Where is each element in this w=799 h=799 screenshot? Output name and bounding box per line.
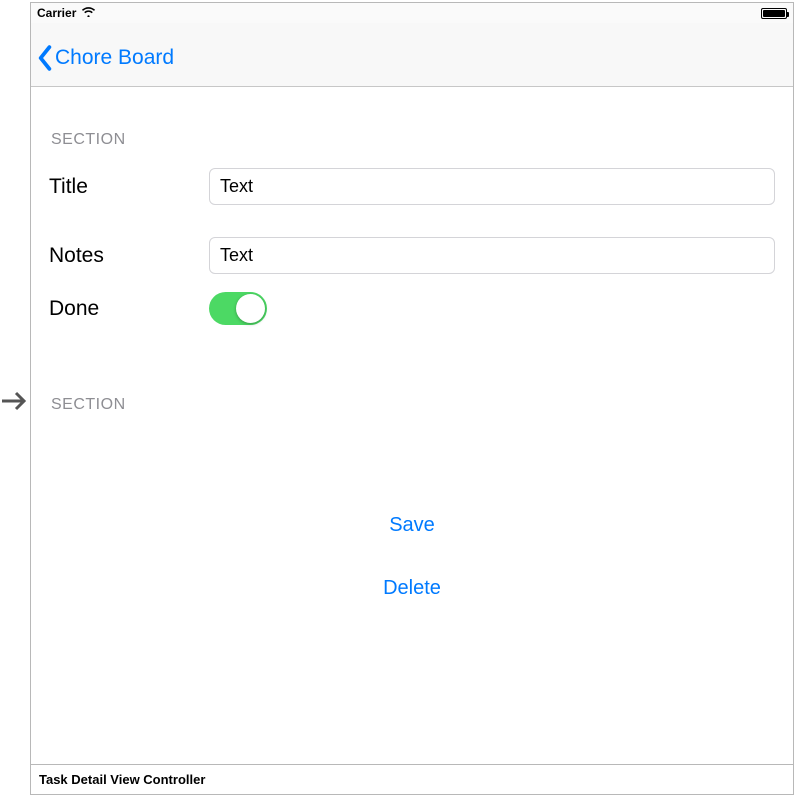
title-label: Title bbox=[49, 175, 209, 199]
scene-title-bar: Task Detail View Controller bbox=[31, 764, 793, 794]
device-frame: Carrier Chore Board SECTION Title bbox=[30, 2, 794, 795]
section-header-1: SECTION bbox=[45, 87, 779, 163]
navigation-bar: Chore Board bbox=[31, 23, 793, 87]
title-input[interactable] bbox=[209, 168, 775, 205]
notes-label: Notes bbox=[49, 244, 209, 268]
carrier-label: Carrier bbox=[37, 6, 76, 20]
notes-input[interactable] bbox=[209, 237, 775, 274]
done-row: Done bbox=[45, 287, 779, 330]
battery-icon bbox=[761, 8, 787, 19]
done-label: Done bbox=[49, 297, 209, 321]
delete-button[interactable]: Delete bbox=[45, 557, 779, 620]
back-button[interactable]: Chore Board bbox=[37, 39, 174, 71]
title-row: Title bbox=[45, 163, 779, 210]
section-header-2: SECTION bbox=[45, 330, 779, 428]
notes-row: Notes bbox=[45, 232, 779, 279]
back-button-label: Chore Board bbox=[55, 46, 174, 70]
scene-title: Task Detail View Controller bbox=[39, 772, 205, 787]
form-content: SECTION Title Notes Done SECTION Save De… bbox=[31, 87, 793, 764]
wifi-icon bbox=[81, 6, 96, 20]
toggle-knob bbox=[236, 294, 265, 323]
save-button[interactable]: Save bbox=[45, 494, 779, 557]
status-bar: Carrier bbox=[31, 3, 793, 23]
segue-arrow-icon bbox=[0, 390, 28, 417]
done-toggle[interactable] bbox=[209, 292, 267, 325]
chevron-left-icon bbox=[37, 45, 53, 71]
